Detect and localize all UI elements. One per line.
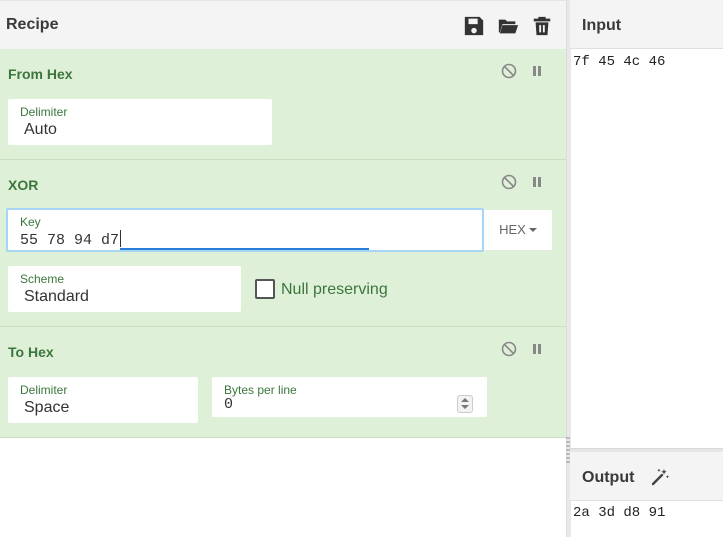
focus-underline (120, 248, 369, 250)
operation-xor[interactable]: XOR Key 55 78 94 d7 HEX Scheme Standard … (0, 160, 566, 327)
operation-title: From Hex (8, 66, 73, 82)
field-label: Scheme (20, 272, 65, 286)
field-value: 0 (224, 396, 234, 413)
bytes-per-line-input[interactable]: Bytes per line 0 (212, 377, 487, 417)
output-title: Output (582, 469, 635, 486)
operation-title: XOR (8, 177, 39, 193)
pause-icon[interactable] (529, 174, 545, 190)
field-label: Delimiter (20, 105, 68, 119)
null-preserving-label[interactable]: Null preserving (281, 281, 388, 299)
number-spinner[interactable] (457, 395, 473, 413)
operation-title: To Hex (8, 344, 54, 360)
delimiter-field[interactable]: Delimiter Auto (8, 99, 272, 145)
recipe-title: Recipe (6, 16, 59, 33)
pause-icon[interactable] (529, 341, 545, 357)
input-title: Input (582, 17, 622, 34)
disable-icon[interactable] (501, 174, 517, 190)
field-value: Auto (24, 121, 57, 138)
delimiter-field[interactable]: Delimiter Space (8, 377, 198, 423)
disable-icon[interactable] (501, 63, 517, 79)
input-header: Input (570, 0, 723, 49)
key-value: 55 78 94 d7 (20, 230, 122, 249)
recipe-panel: Recipe From Hex Delimiter Auto XOR Key 5… (0, 0, 566, 537)
field-label: Delimiter (20, 383, 68, 397)
operation-from-hex[interactable]: From Hex Delimiter Auto (0, 49, 566, 160)
trash-icon[interactable] (531, 15, 553, 37)
input-textarea[interactable]: 7f 45 4c 46 (573, 54, 665, 70)
magic-wand-icon[interactable] (650, 467, 670, 487)
pause-icon[interactable] (529, 63, 545, 79)
key-format-dropdown[interactable]: HEX (484, 210, 552, 250)
field-label: Bytes per line (224, 383, 297, 397)
folder-open-icon[interactable] (497, 15, 519, 37)
recipe-header: Recipe (0, 0, 566, 50)
output-header: Output (570, 452, 723, 501)
chevron-down-icon (528, 228, 537, 232)
field-value: Standard (24, 288, 89, 305)
null-preserving-checkbox[interactable] (255, 279, 275, 299)
operation-to-hex[interactable]: To Hex Delimiter Space Bytes per line 0 (0, 327, 566, 438)
dropdown-label: HEX (499, 222, 526, 237)
key-input[interactable]: Key 55 78 94 d7 (6, 208, 484, 252)
save-icon[interactable] (463, 15, 485, 37)
field-value: Space (24, 399, 70, 416)
field-label: Key (20, 215, 41, 229)
scheme-select[interactable]: Scheme Standard (8, 266, 241, 312)
disable-icon[interactable] (501, 341, 517, 357)
output-text[interactable]: 2a 3d d8 91 (573, 505, 665, 521)
